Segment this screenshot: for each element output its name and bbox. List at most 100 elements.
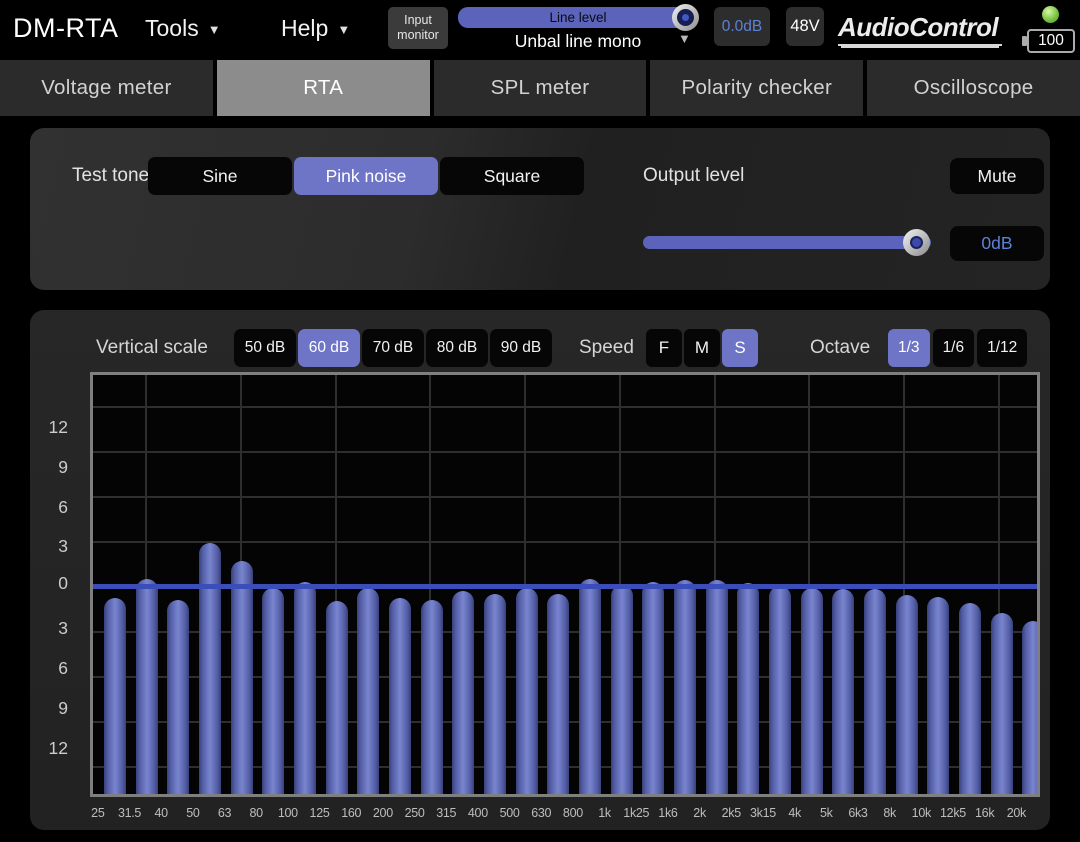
- spectrum-bar-1k25: [642, 582, 664, 798]
- frequency-label-2k5: 2k5: [715, 806, 747, 820]
- test-tone-option-square[interactable]: Square: [440, 157, 584, 195]
- frequency-label-250: 250: [399, 806, 431, 820]
- frequency-label-63: 63: [209, 806, 241, 820]
- spectrum-bar-1k6: [674, 580, 696, 797]
- spectrum-bar-4k: [801, 588, 823, 798]
- top-bar: DM-RTA Tools▼ Help▼ Input monitor Line l…: [0, 0, 1080, 56]
- test-tone-button-group: SinePink noiseSquare: [148, 157, 584, 195]
- frequency-label-8k: 8k: [874, 806, 906, 820]
- y-axis-tick-label: 0: [38, 572, 68, 594]
- vertical-scale-option-60-db[interactable]: 60 dB: [298, 329, 360, 367]
- frequency-label-800: 800: [557, 806, 589, 820]
- tools-menu[interactable]: Tools ▼: [145, 0, 221, 56]
- app-title: DM-RTA: [13, 0, 119, 56]
- frequency-label-40: 40: [145, 806, 177, 820]
- spectrum-bar-31-5: [136, 579, 158, 798]
- input-source-select[interactable]: Unbal line mono: [458, 29, 698, 53]
- speed-option-f[interactable]: F: [646, 329, 682, 367]
- chevron-down-icon: ▼: [208, 22, 221, 37]
- audiocontrol-logo: AudioControl: [838, 12, 1002, 46]
- output-level-slider[interactable]: [643, 236, 931, 249]
- spectrum-bar-100: [294, 582, 316, 798]
- spectrum-bar-3k15: [769, 586, 791, 797]
- test-tone-option-pink-noise[interactable]: Pink noise: [294, 157, 438, 195]
- spectrum-bar-2k: [706, 580, 728, 797]
- spectrum-bar-6k3: [864, 589, 886, 797]
- octave-option-1-12[interactable]: 1/12: [977, 329, 1027, 367]
- rta-frequency-labels: 2531.54050638010012516020025031540050063…: [82, 806, 1032, 820]
- rta-spectrum-chart: [90, 372, 1040, 797]
- frequency-label-200: 200: [367, 806, 399, 820]
- tab-polarity-checker[interactable]: Polarity checker: [650, 60, 863, 116]
- battery-nub: [1022, 36, 1027, 46]
- octave-option-1-6[interactable]: 1/6: [933, 329, 975, 367]
- rta-y-axis-labels: 12963036912: [38, 310, 68, 830]
- y-axis-tick-label: 9: [38, 456, 68, 478]
- input-monitor-button[interactable]: Input monitor: [388, 7, 448, 49]
- grid-line-h: [93, 496, 1037, 498]
- frequency-label-16k: 16k: [969, 806, 1001, 820]
- output-level-slider-knob[interactable]: [903, 229, 930, 256]
- vertical-scale-option-70-db[interactable]: 70 dB: [362, 329, 424, 367]
- tab-spl-meter[interactable]: SPL meter: [434, 60, 647, 116]
- spectrum-bar-2k5: [737, 583, 759, 797]
- frequency-label-3k15: 3k15: [747, 806, 779, 820]
- frequency-label-315: 315: [430, 806, 462, 820]
- line-level-slider[interactable]: Line level: [458, 7, 698, 28]
- spectrum-bar-10k: [927, 597, 949, 798]
- help-menu[interactable]: Help▼: [281, 0, 350, 56]
- spectrum-bar-5k: [832, 589, 854, 797]
- main-tab-bar: Voltage meterRTASPL meterPolarity checke…: [0, 60, 1080, 116]
- grid-line-h: [93, 451, 1037, 453]
- octave-option-1-3[interactable]: 1/3: [888, 329, 930, 367]
- frequency-label-400: 400: [462, 806, 494, 820]
- tools-menu-label: Tools: [145, 15, 199, 41]
- input-monitor-label-line1: Input: [388, 13, 448, 28]
- frequency-label-50: 50: [177, 806, 209, 820]
- tab-oscilloscope[interactable]: Oscilloscope: [867, 60, 1080, 116]
- output-level-value[interactable]: 0dB: [950, 226, 1044, 261]
- output-level-label: Output level: [643, 165, 744, 187]
- frequency-label-20k: 20k: [1000, 806, 1032, 820]
- frequency-label-4k: 4k: [779, 806, 811, 820]
- spectrum-bar-16k: [991, 613, 1013, 797]
- frequency-label-25: 25: [82, 806, 114, 820]
- spectrum-bar-315: [452, 591, 474, 798]
- phantom-power-badge[interactable]: 48V: [786, 7, 824, 46]
- y-axis-tick-label: 12: [38, 416, 68, 438]
- frequency-label-160: 160: [335, 806, 367, 820]
- test-tone-option-sine[interactable]: Sine: [148, 157, 292, 195]
- speed-option-s[interactable]: S: [722, 329, 758, 367]
- frequency-label-125: 125: [304, 806, 336, 820]
- spectrum-bar-8k: [896, 595, 918, 797]
- frequency-label-5k: 5k: [810, 806, 842, 820]
- zero-db-line: [93, 584, 1037, 589]
- spectrum-bar-160: [357, 588, 379, 798]
- frequency-label-500: 500: [494, 806, 526, 820]
- spectrum-bar-40: [167, 600, 189, 798]
- speed-option-m[interactable]: M: [684, 329, 720, 367]
- frequency-label-630: 630: [525, 806, 557, 820]
- vertical-scale-label: Vertical scale: [96, 337, 208, 359]
- grid-line-h: [93, 541, 1037, 543]
- tab-rta[interactable]: RTA: [217, 60, 430, 116]
- spectrum-bar-250: [421, 600, 443, 798]
- line-level-slider-knob[interactable]: [672, 4, 699, 31]
- input-monitor-label-line2: monitor: [388, 28, 448, 43]
- chevron-down-icon[interactable]: ▼: [678, 31, 691, 46]
- vertical-scale-option-90-db[interactable]: 90 dB: [490, 329, 552, 367]
- mute-button[interactable]: Mute: [950, 158, 1044, 194]
- knob-dot: [910, 236, 923, 249]
- y-axis-tick-label: 6: [38, 657, 68, 679]
- vertical-scale-option-80-db[interactable]: 80 dB: [426, 329, 488, 367]
- spectrum-bar-125: [326, 601, 348, 797]
- frequency-label-1k6: 1k6: [652, 806, 684, 820]
- help-menu-label: Help: [281, 15, 328, 41]
- tab-voltage-meter[interactable]: Voltage meter: [0, 60, 213, 116]
- octave-button-group: 1/31/61/12: [888, 329, 1027, 367]
- frequency-label-1k: 1k: [589, 806, 621, 820]
- input-gain-readout: 0.0dB: [714, 7, 770, 46]
- test-tone-panel: Test tone SinePink noiseSquare Output le…: [30, 128, 1050, 290]
- vertical-scale-option-50-db[interactable]: 50 dB: [234, 329, 296, 367]
- spectrum-bar-200: [389, 598, 411, 797]
